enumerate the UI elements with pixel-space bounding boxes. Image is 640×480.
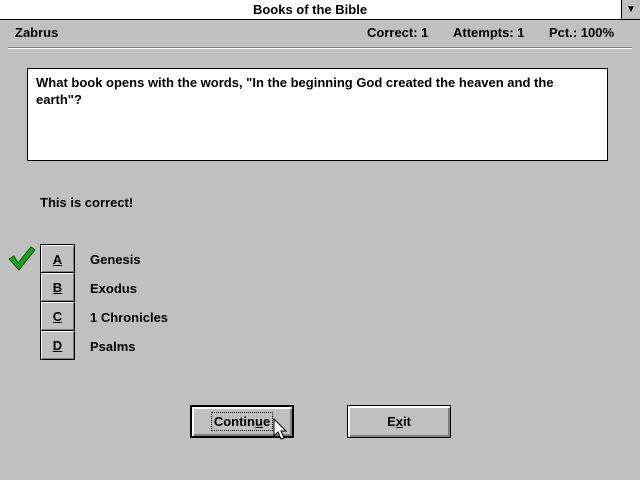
answer-c-button[interactable]: C [40, 302, 75, 331]
status-bar: Zabrus Correct: 1 Attempts: 1 Pct.: 100% [0, 20, 640, 48]
percent-score: Pct.: 100% [549, 25, 615, 40]
checkmark-icon [8, 246, 36, 271]
mouse-pointer-icon [273, 418, 288, 440]
feedback-message: This is correct! [40, 195, 134, 210]
down-arrow-icon[interactable]: ▼ [621, 0, 640, 19]
player-name: Zabrus [15, 25, 59, 40]
answer-d-button[interactable]: D [40, 331, 75, 360]
divider [8, 47, 632, 49]
answer-b-text: Exodus [90, 281, 137, 296]
answer-c-text: 1 Chronicles [90, 310, 169, 325]
answer-a-button[interactable]: A [40, 244, 75, 273]
continue-label: Continue [210, 412, 274, 431]
answer-b-button[interactable]: B [40, 273, 75, 302]
answer-d-text: Psalms [90, 339, 136, 354]
correct-count: Correct: 1 [367, 25, 429, 40]
exit-label: Exit [387, 414, 411, 429]
answer-a-text: Genesis [90, 252, 141, 267]
window-title: Books of the Bible [252, 2, 368, 17]
exit-button[interactable]: Exit [347, 405, 451, 438]
question-box: What book opens with the words, "In the … [27, 68, 608, 161]
title-bar: Books of the Bible ▼ [0, 0, 640, 20]
question-text: What book opens with the words, "In the … [36, 75, 554, 107]
attempts-count: Attempts: 1 [453, 25, 525, 40]
